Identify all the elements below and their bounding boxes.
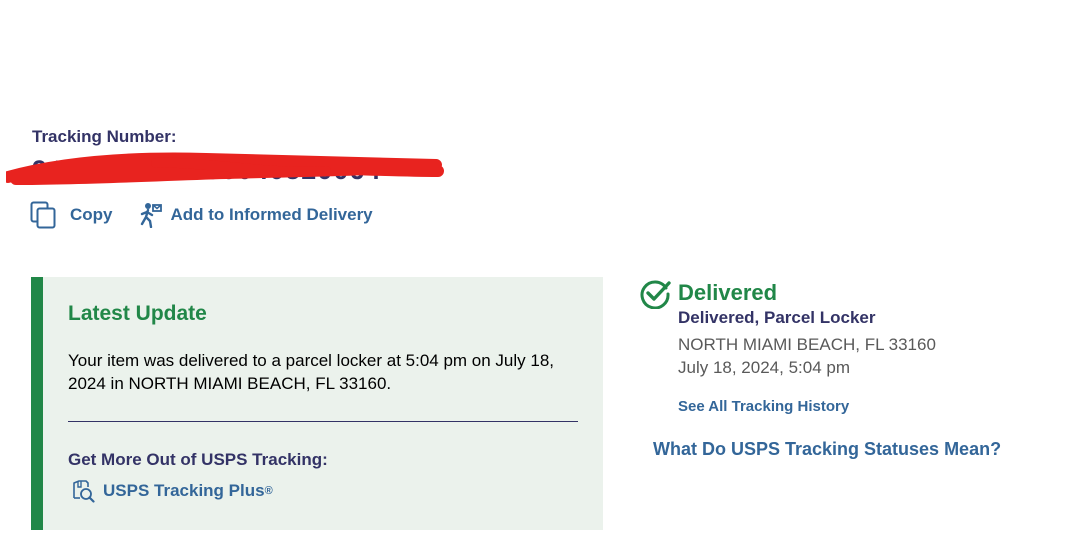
redaction-scribble bbox=[6, 152, 444, 185]
copy-icon bbox=[30, 201, 56, 229]
tracking-plus-icon bbox=[71, 479, 95, 503]
get-more-title: Get More Out of USPS Tracking: bbox=[68, 450, 328, 469]
latest-update-text: Your item was delivered to a parcel lock… bbox=[68, 351, 555, 393]
divider bbox=[68, 421, 578, 422]
status-subtitle: Delivered, Parcel Locker bbox=[678, 308, 876, 327]
tracking-number-label: Tracking Number: bbox=[32, 127, 177, 146]
registered-mark: ® bbox=[264, 485, 273, 497]
tracking-statuses-meaning-link[interactable]: What Do USPS Tracking Statuses Mean? bbox=[653, 439, 1001, 460]
copy-button[interactable]: Copy bbox=[30, 201, 113, 229]
informed-delivery-icon bbox=[139, 202, 163, 228]
informed-delivery-label: Add to Informed Delivery bbox=[170, 205, 373, 224]
tracking-actions: Copy Add to Informed Delivery bbox=[30, 200, 373, 230]
usps-tracking-plus-link[interactable]: USPS Tracking Plus ® bbox=[71, 479, 273, 503]
latest-update-panel: Latest Update Your item was delivered to… bbox=[31, 277, 603, 530]
tracking-number: 9400111202000040520064 bbox=[6, 152, 462, 191]
copy-label: Copy bbox=[70, 205, 113, 224]
check-circle-icon bbox=[640, 279, 672, 314]
status-location: NORTH MIAMI BEACH, FL 33160 bbox=[678, 335, 936, 354]
status-datetime: July 18, 2024, 5:04 pm bbox=[678, 358, 851, 377]
see-all-tracking-history-link[interactable]: See All Tracking History bbox=[678, 398, 849, 415]
add-to-informed-delivery-link[interactable]: Add to Informed Delivery bbox=[139, 202, 373, 228]
latest-update-title: Latest Update bbox=[68, 302, 207, 325]
usps-tracking-plus-label: USPS Tracking Plus bbox=[103, 481, 265, 500]
status-title: Delivered bbox=[678, 280, 778, 305]
